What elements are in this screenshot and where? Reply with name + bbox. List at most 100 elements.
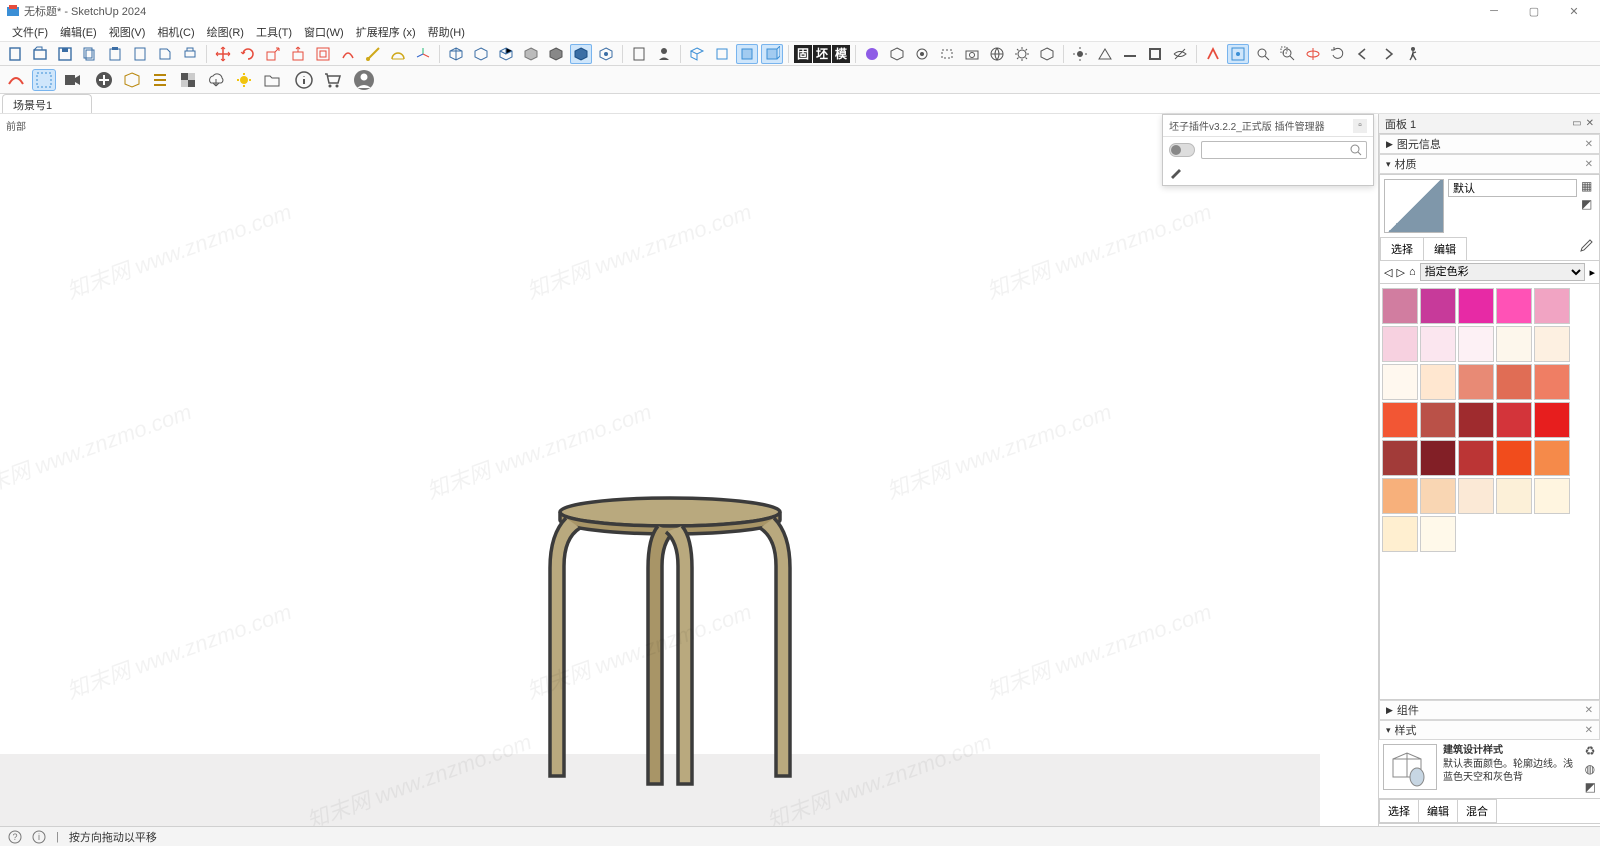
target-active-icon[interactable] <box>1227 44 1249 64</box>
red-tool-icon[interactable] <box>1202 44 1224 64</box>
text-badge-icon[interactable]: 固坯模 <box>794 45 850 63</box>
cube2-icon[interactable] <box>470 44 492 64</box>
tray-close-icon[interactable]: ✕ <box>1586 118 1594 129</box>
movie-icon[interactable] <box>60 69 84 91</box>
menu-tools[interactable]: 工具(T) <box>250 22 298 42</box>
nav-back-icon[interactable]: ◁ <box>1384 266 1392 279</box>
tray-titlebar[interactable]: 面板 1 ▭✕ <box>1379 114 1600 134</box>
color-swatch[interactable] <box>1458 326 1494 362</box>
panel-close-icon[interactable]: ✕ <box>1585 139 1593 150</box>
orbit-x-icon[interactable] <box>1302 44 1324 64</box>
minimize-button[interactable]: ─ <box>1474 0 1514 22</box>
nav-fwd-icon[interactable]: ▷ <box>1396 266 1404 279</box>
color-swatch[interactable] <box>1458 288 1494 324</box>
followme-icon[interactable] <box>337 44 359 64</box>
cart-icon[interactable] <box>320 69 344 91</box>
home-icon[interactable]: ⌂ <box>1409 266 1416 278</box>
cube1-icon[interactable] <box>445 44 467 64</box>
color-swatch[interactable] <box>1420 326 1456 362</box>
style-menu-icon[interactable]: ◩ <box>1585 780 1596 794</box>
menu-help[interactable]: 帮助(H) <box>422 22 471 42</box>
color-swatch[interactable] <box>1420 364 1456 400</box>
move-icon[interactable] <box>212 44 234 64</box>
color-swatch[interactable] <box>1382 440 1418 476</box>
style-tab-edit[interactable]: 编辑 <box>1418 799 1458 823</box>
material-tab-select[interactable]: 选择 <box>1380 237 1424 260</box>
style-tab-select[interactable]: 选择 <box>1379 799 1419 823</box>
cube6-icon[interactable] <box>570 44 592 64</box>
color-swatch[interactable] <box>1496 402 1532 438</box>
maximize-button[interactable]: ▢ <box>1514 0 1554 22</box>
refresh-icon[interactable] <box>1327 44 1349 64</box>
color-swatch[interactable] <box>1496 288 1532 324</box>
panel-close-icon[interactable]: ✕ <box>1585 159 1593 170</box>
eyedropper-icon[interactable] <box>1573 237 1599 260</box>
style-tab-mix[interactable]: 混合 <box>1457 799 1497 823</box>
folder-icon[interactable] <box>260 69 284 91</box>
color-swatch[interactable] <box>1458 440 1494 476</box>
color-swatch[interactable] <box>1382 402 1418 438</box>
side-view-icon[interactable] <box>761 44 783 64</box>
camera-icon[interactable] <box>961 44 983 64</box>
panel-materials-header[interactable]: ▾ 材质 ✕ <box>1379 154 1600 174</box>
person-icon[interactable] <box>653 44 675 64</box>
rotate-icon[interactable] <box>237 44 259 64</box>
material-create-icon[interactable]: ▦ <box>1581 179 1595 193</box>
color-swatch[interactable] <box>1382 288 1418 324</box>
sun-icon[interactable] <box>1069 44 1091 64</box>
info-icon[interactable] <box>292 69 316 91</box>
cube-export-icon[interactable] <box>1036 44 1058 64</box>
menu-camera[interactable]: 相机(C) <box>151 22 200 42</box>
scale-icon[interactable] <box>262 44 284 64</box>
save-icon[interactable] <box>54 44 76 64</box>
color-swatch[interactable] <box>1534 402 1570 438</box>
iso-icon[interactable] <box>686 44 708 64</box>
export-icon[interactable] <box>154 44 176 64</box>
axes-icon[interactable] <box>412 44 434 64</box>
material-name-input[interactable] <box>1448 179 1577 197</box>
menu-draw[interactable]: 绘图(R) <box>201 22 250 42</box>
plugin-search-input[interactable] <box>1206 144 1350 156</box>
style-update-icon[interactable]: ♻ <box>1585 744 1596 758</box>
plugin-logo-icon[interactable] <box>4 69 28 91</box>
add-circle-icon[interactable] <box>92 69 116 91</box>
select-tool-icon[interactable] <box>32 69 56 91</box>
library-menu-icon[interactable]: ▸ <box>1589 266 1595 279</box>
gear-color-icon[interactable] <box>232 69 256 91</box>
close-button[interactable]: ✕ <box>1554 0 1594 22</box>
panel-close-icon[interactable]: ✕ <box>1585 705 1593 716</box>
color-swatch[interactable] <box>1496 478 1532 514</box>
plugin-close-icon[interactable]: ▫ <box>1353 119 1367 133</box>
clipboard-icon[interactable] <box>129 44 151 64</box>
color-swatch[interactable] <box>1534 364 1570 400</box>
new-doc-icon[interactable] <box>4 44 26 64</box>
box-outline-icon[interactable] <box>886 44 908 64</box>
globe-icon[interactable] <box>986 44 1008 64</box>
help-circle-icon[interactable]: ? <box>8 830 22 844</box>
plugin-toggle[interactable] <box>1169 143 1195 157</box>
color-swatch[interactable] <box>1420 478 1456 514</box>
menu-view[interactable]: 视图(V) <box>103 22 152 42</box>
walk-icon[interactable] <box>1402 44 1424 64</box>
color-swatch[interactable] <box>1496 364 1532 400</box>
material-thumbnail[interactable] <box>1384 179 1444 233</box>
menu-file[interactable]: 文件(F) <box>6 22 54 42</box>
tape-icon[interactable] <box>362 44 384 64</box>
cube4-icon[interactable] <box>520 44 542 64</box>
eye-off-icon[interactable] <box>1169 44 1191 64</box>
protractor-icon[interactable] <box>387 44 409 64</box>
color-swatch[interactable] <box>1534 326 1570 362</box>
front-view-icon[interactable] <box>736 44 758 64</box>
color-swatch[interactable] <box>1458 364 1494 400</box>
brush-icon[interactable] <box>1169 165 1367 179</box>
scene-tab-1[interactable]: 场景号1 <box>2 94 92 113</box>
page-icon[interactable] <box>628 44 650 64</box>
color-swatch[interactable] <box>1496 326 1532 362</box>
menu-edit[interactable]: 编辑(E) <box>54 22 103 42</box>
record-icon[interactable] <box>911 44 933 64</box>
color-swatch[interactable] <box>1420 516 1456 552</box>
color-swatch[interactable] <box>1534 288 1570 324</box>
color-swatch[interactable] <box>1420 288 1456 324</box>
color-swatch[interactable] <box>1458 478 1494 514</box>
print-icon[interactable] <box>179 44 201 64</box>
